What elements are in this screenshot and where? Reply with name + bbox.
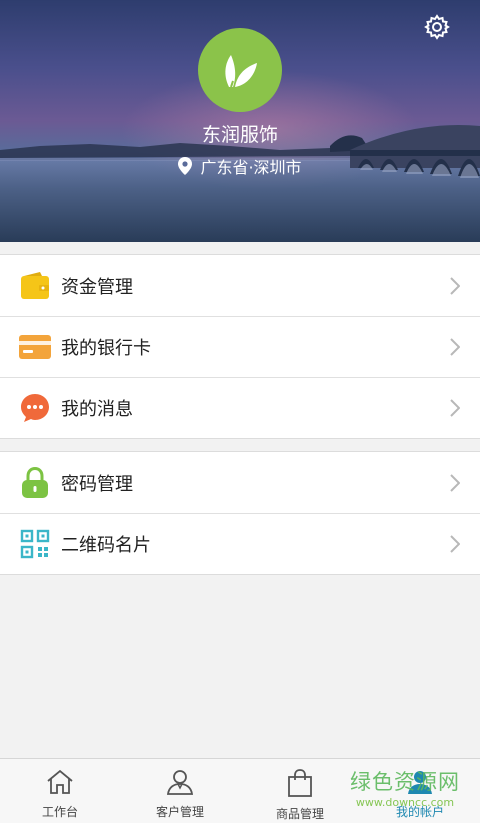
- account-icon: [406, 769, 434, 799]
- menu-item-qr-card[interactable]: 二维码名片: [0, 513, 480, 574]
- chevron-right-icon: [450, 473, 460, 492]
- tab-products[interactable]: 商品管理: [240, 759, 360, 823]
- location-text: 广东省·深圳市: [200, 158, 302, 177]
- lock-icon: [19, 466, 51, 499]
- leaf-logo-icon: [225, 55, 257, 88]
- tab-workbench[interactable]: 工作台: [0, 759, 120, 823]
- tab-customers[interactable]: 客户管理: [120, 759, 240, 823]
- menu-item-label: 我的银行卡: [61, 337, 151, 359]
- bottom-tab-bar: 工作台 客户管理 商品管理 我的帐户: [0, 758, 480, 823]
- tab-label: 商品管理: [275, 807, 324, 821]
- chevron-right-icon: [450, 398, 460, 417]
- menu-item-label: 密码管理: [61, 473, 133, 495]
- customer-icon: [166, 769, 194, 799]
- shopping-bag-icon: [286, 769, 314, 801]
- home-icon: [46, 769, 74, 799]
- chevron-right-icon: [450, 534, 460, 553]
- menu-item-bank-card[interactable]: 我的银行卡: [0, 316, 480, 377]
- location-pin-icon: [178, 157, 193, 175]
- settings-gear-icon[interactable]: [424, 14, 450, 40]
- shop-logo[interactable]: [198, 28, 282, 112]
- shop-location: 广东省·深圳市: [0, 154, 480, 178]
- menu-item-funds[interactable]: 资金管理: [0, 255, 480, 316]
- tab-label: 工作台: [41, 805, 78, 819]
- menu-group-finance: 资金管理 我的银行卡 我的消息: [0, 254, 480, 439]
- tab-my-account[interactable]: 我的帐户: [360, 759, 480, 823]
- menu-item-label: 二维码名片: [61, 534, 151, 556]
- wallet-icon: [19, 270, 51, 302]
- tab-label: 我的帐户: [395, 805, 444, 819]
- qr-code-icon: [19, 528, 51, 560]
- shop-name: 东润服饰: [201, 124, 278, 146]
- bank-card-icon: [19, 331, 51, 363]
- message-icon: [19, 392, 51, 424]
- profile-header: 东润服饰 广东省·深圳市: [0, 0, 480, 242]
- menu-group-security: 密码管理 二维码名片: [0, 451, 480, 575]
- tab-label: 客户管理: [155, 805, 204, 819]
- menu-item-messages[interactable]: 我的消息: [0, 377, 480, 438]
- menu-item-password[interactable]: 密码管理: [0, 452, 480, 513]
- chevron-right-icon: [450, 337, 460, 356]
- chevron-right-icon: [450, 276, 460, 295]
- menu-item-label: 我的消息: [61, 398, 133, 420]
- menu-item-label: 资金管理: [61, 276, 133, 298]
